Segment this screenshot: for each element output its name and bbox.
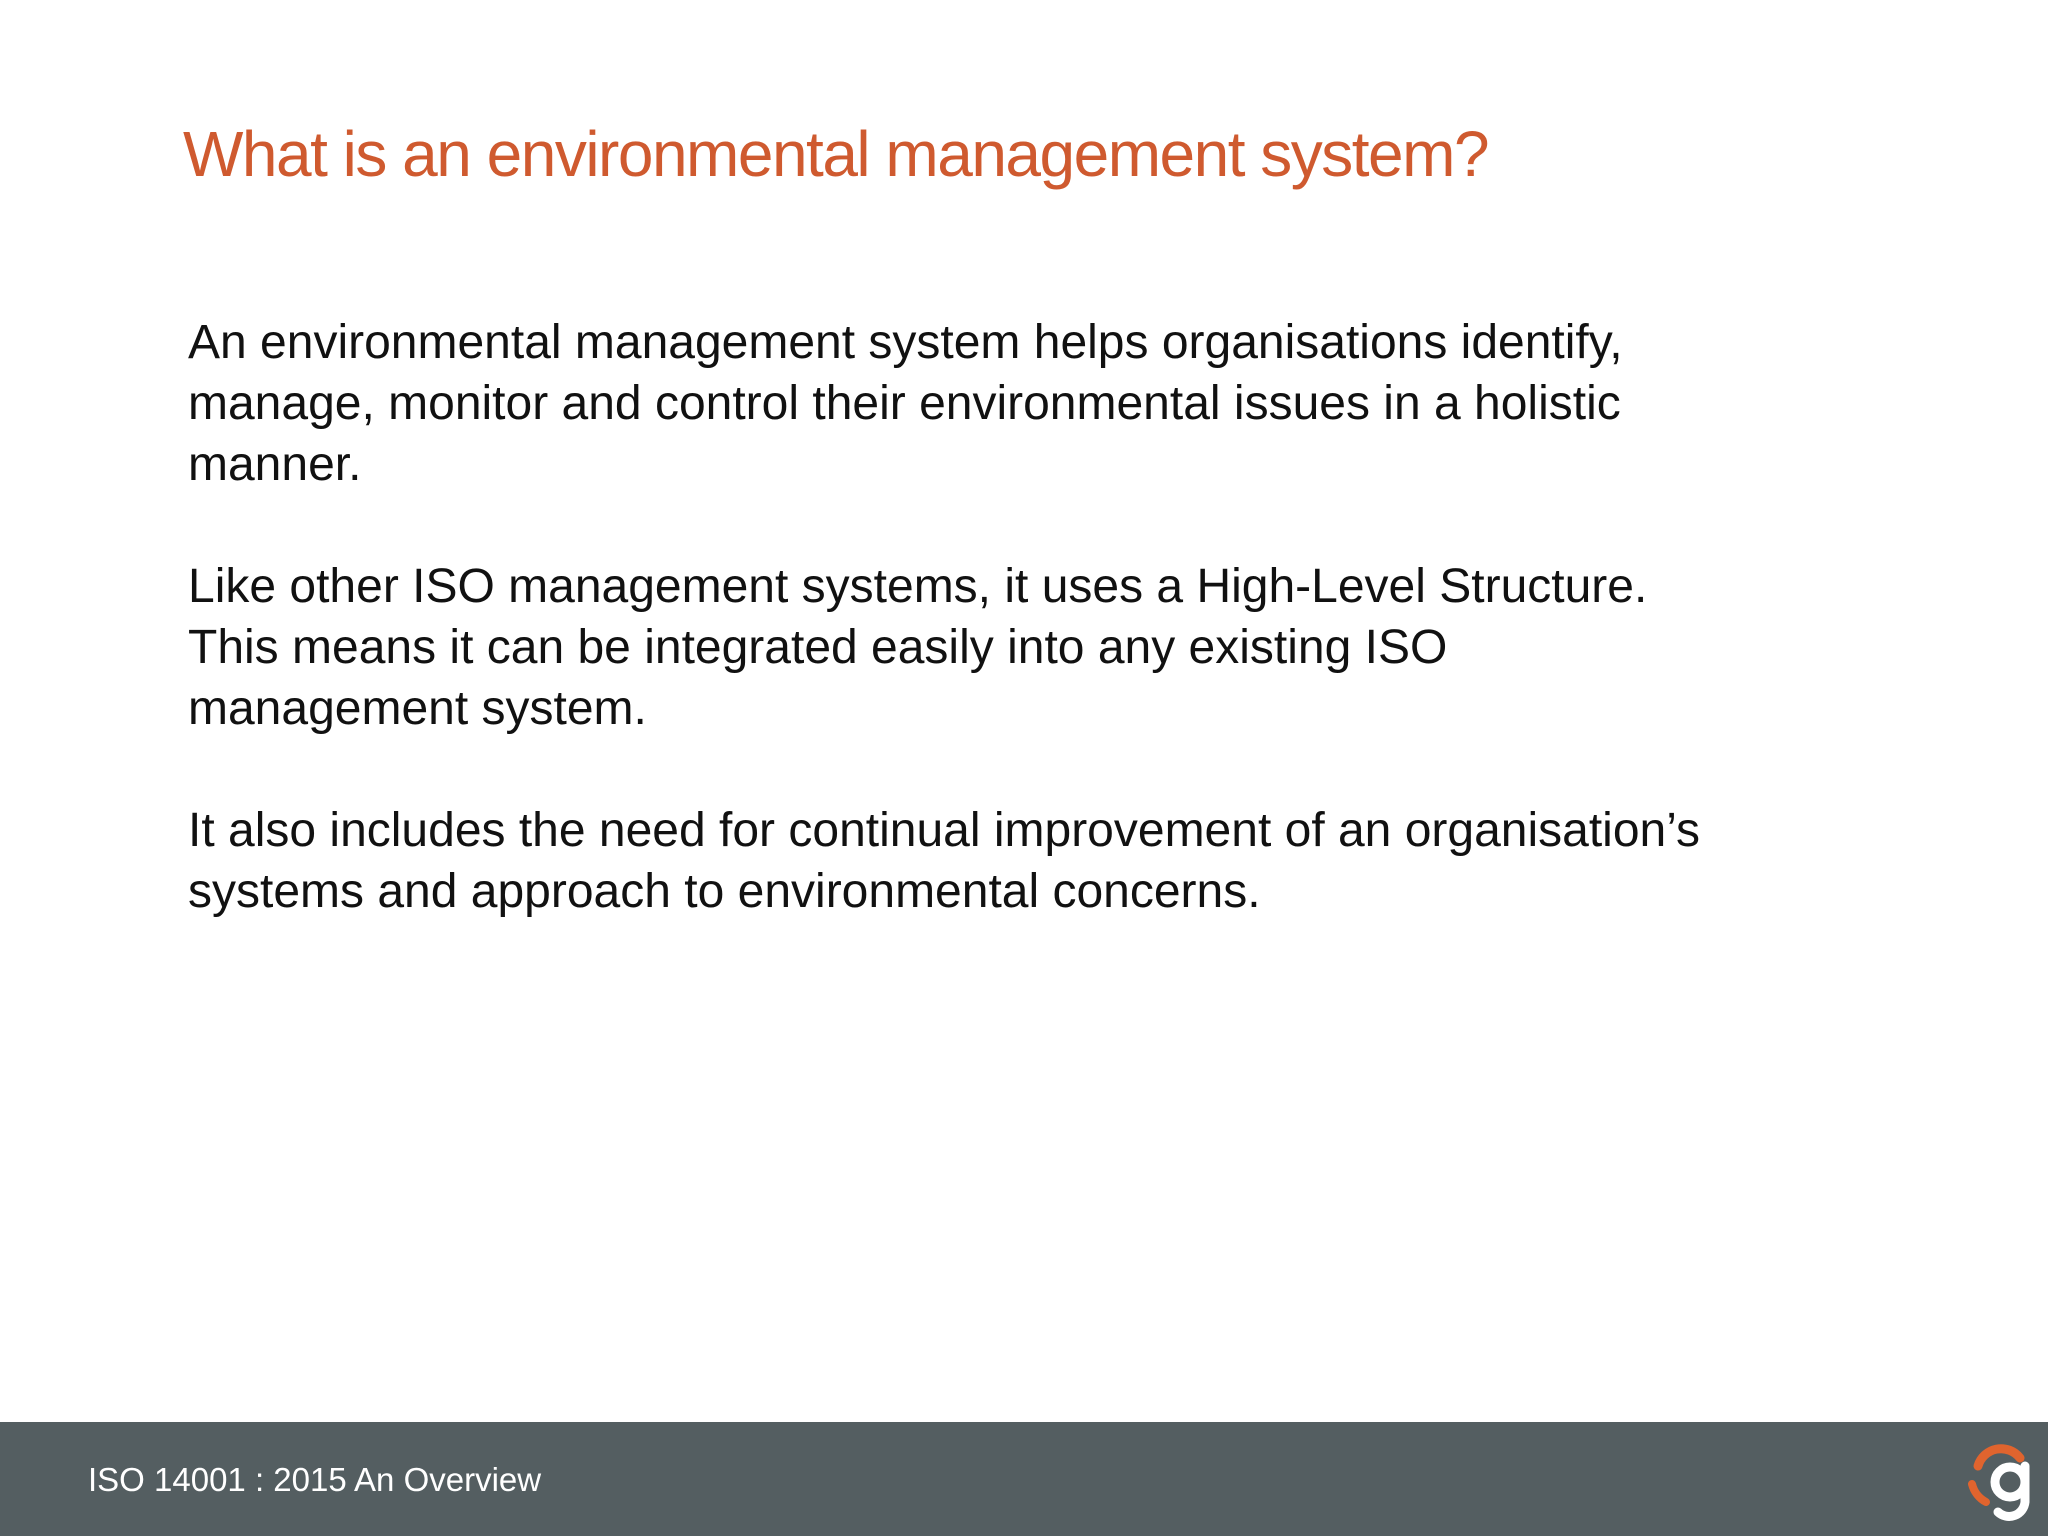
text-line: management system. [188,682,647,735]
slide-title: What is an environmental management syst… [183,118,1490,190]
text-line: systems and approach to environmental co… [188,865,1261,918]
text-line: An environmental management system helps… [188,316,1623,369]
paragraph-high-level-structure: Like other ISO management systems, it us… [188,556,1928,739]
text-line: manner. [188,438,362,491]
paragraph-ems-definition: An environmental management system helps… [188,312,1928,495]
text-line: manage, monitor and control their enviro… [188,377,1621,430]
paragraph-continual-improvement: It also includes the need for continual … [188,800,1928,922]
slide: What is an environmental management syst… [0,0,2048,1536]
text-line: Like other ISO management systems, it us… [188,560,1648,613]
text-line: It also includes the need for continual … [188,804,1701,857]
footer-title: ISO 14001 : 2015 An Overview [88,1461,542,1498]
g-logo-icon [1968,1444,2030,1521]
footer-bar: ISO 14001 : 2015 An Overview [0,1422,2048,1536]
text-line: This means it can be integrated easily i… [188,621,1448,674]
slide-body: An environmental management system helps… [188,312,1928,983]
